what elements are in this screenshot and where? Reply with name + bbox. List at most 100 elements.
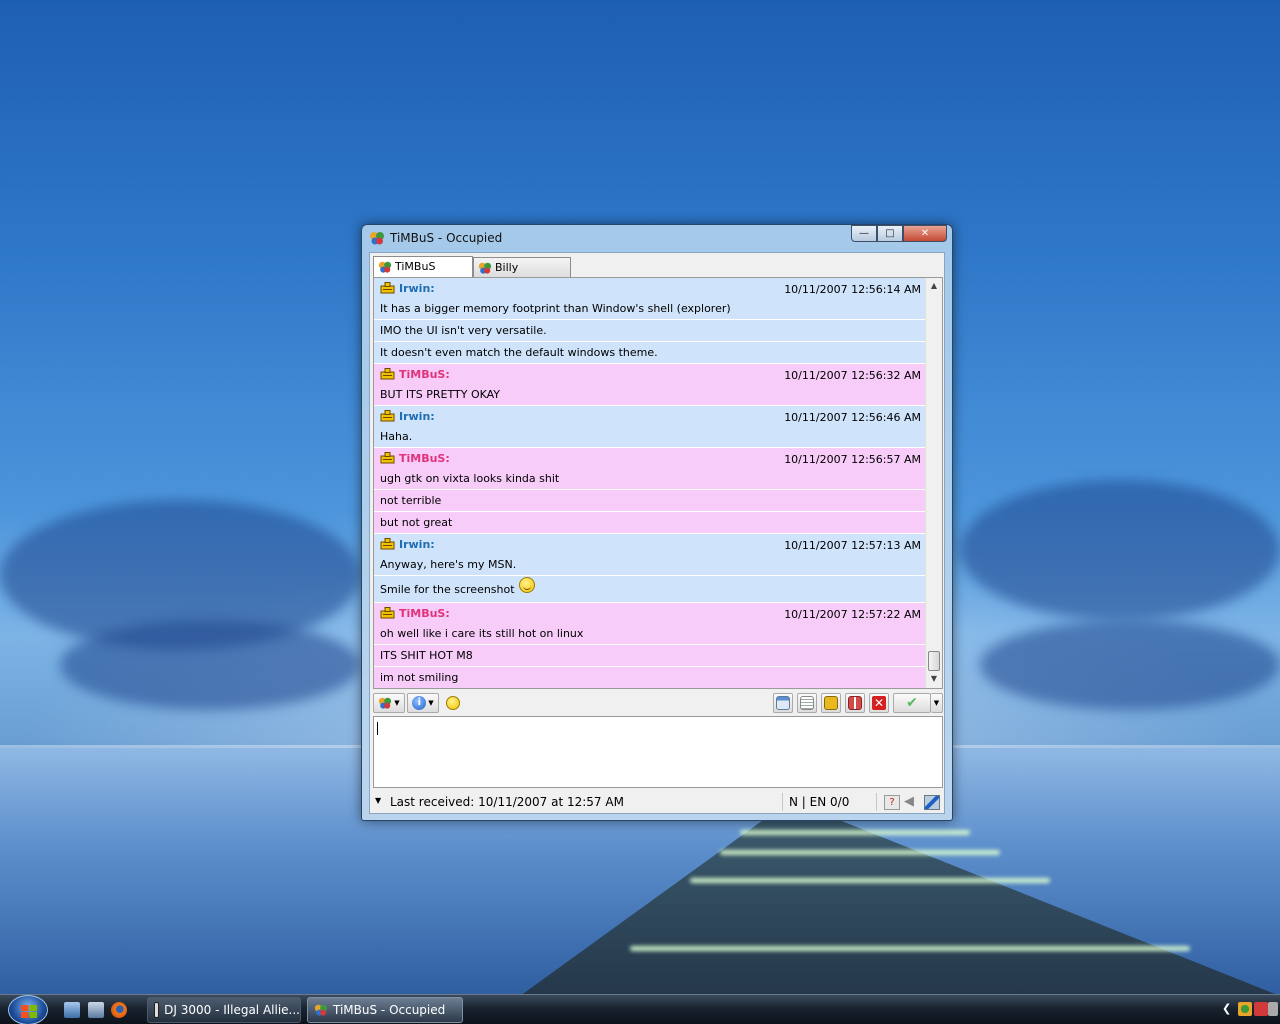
firefox-icon[interactable] [111,1002,127,1018]
butterfly-icon [314,1004,328,1016]
status-divider [876,793,877,811]
message-history[interactable]: Irwin: 10/11/2007 12:56:14 AM It has a big… [373,277,943,689]
message-text: not terrible [380,490,919,511]
language-indicator[interactable]: N | EN 0/0 [789,795,849,809]
message-group: TiMBuS: 10/11/2007 12:56:57 AM ugh gtk on … [374,448,925,490]
user-menu-button[interactable]: ▼ [373,693,405,713]
message-text: Haha. [380,426,919,447]
user-icon [380,368,395,380]
message-continuation: but not great [374,512,925,534]
pen-icon[interactable] [924,795,940,810]
pause-button[interactable] [845,693,865,713]
scrollbar-thumb[interactable] [928,651,940,671]
message-line: It doesn't even match the default window… [380,346,658,359]
scroll-down-icon[interactable]: ▼ [926,671,942,687]
help-icon[interactable]: ? [884,795,900,810]
sender-name[interactable]: TiMBuS: [399,607,450,620]
message-text: ITS SHIT HOT M8 [380,645,919,666]
message-text: Smile for the screenshot [380,576,919,602]
message-group: Irwin: 10/11/2007 12:56:46 AM Haha. [374,406,925,448]
send-options-button[interactable]: ▼ [931,693,943,713]
task-label: TiMBuS - Occupied [333,1003,446,1017]
chat-window: TiMBuS - Occupied — □ ✕ TiMBuS Billy Irw… [361,224,953,821]
message-line: im not smiling [380,671,459,684]
message-timestamp: 10/11/2007 12:57:13 AM [784,539,921,552]
message-text: ugh gtk on vixta looks kinda shit [380,468,919,489]
message-line: ITS SHIT HOT M8 [380,649,473,662]
speaker-icon[interactable]: ◀ [904,795,920,810]
sender-name[interactable]: Irwin: [399,410,435,423]
message-line: Smile for the screenshot [380,582,515,596]
tab-label: Billy [495,261,519,274]
user-icon [380,410,395,422]
chevron-down-icon: ▼ [394,699,400,707]
user-icon [380,607,395,619]
start-button[interactable] [8,995,48,1024]
history-button[interactable] [773,693,793,713]
close-button[interactable]: ✕ [903,225,947,242]
vertical-scrollbar[interactable]: ▲ ▼ [925,278,942,688]
message-line: but not great [380,516,453,529]
task-label: DJ 3000 - Illegal Allie... [164,1003,300,1017]
taskbar-item-timbus[interactable]: TiMBuS - Occupied [307,997,463,1023]
windows-logo-icon [21,1005,37,1018]
message-timestamp: 10/11/2007 12:56:46 AM [784,411,921,424]
taskbar: DJ 3000 - Illegal Allie... TiMBuS - Occu… [0,994,1280,1024]
key-icon [824,696,838,710]
minimize-button[interactable]: — [851,225,877,242]
scroll-up-icon[interactable]: ▲ [926,278,942,294]
sender-name[interactable]: TiMBuS: [399,368,450,381]
info-icon: i [412,696,427,710]
message-continuation: IMO the UI isn't very versatile. [374,320,925,342]
expand-icon[interactable]: ▼ [375,796,381,805]
sender-name[interactable]: Irwin: [399,282,435,295]
user-icon [380,452,395,464]
tab-label: TiMBuS [395,260,436,273]
message-group: Irwin: 10/11/2007 12:57:13 AM Anyway, here… [374,534,925,576]
message-text: oh well like i care its still hot on lin… [380,623,919,644]
tab-strip: TiMBuS Billy [373,256,571,278]
messenger-tray-icon[interactable] [1238,1002,1252,1016]
sender-name[interactable]: Irwin: [399,538,435,551]
info-menu-button[interactable]: i ▼ [407,693,439,713]
message-continuation: not terrible [374,490,925,512]
network-tray-icon[interactable] [1268,1002,1278,1016]
log-button[interactable] [797,693,817,713]
tray-expand-icon[interactable]: ❮ [1222,1002,1231,1015]
taskbar-item-dj3000[interactable]: DJ 3000 - Illegal Allie... [147,997,301,1023]
message-group: TiMBuS: 10/11/2007 12:56:32 AM BUT ITS PRE… [374,364,925,406]
smiley-icon [446,696,460,710]
window-title: TiMBuS - Occupied [390,231,503,245]
tab-billy[interactable]: Billy [473,257,571,278]
title-bar[interactable]: TiMBuS - Occupied — □ ✕ [362,225,952,251]
message-line: It has a bigger memory footprint than Wi… [380,302,731,315]
message-line: not terrible [380,494,442,507]
switch-windows-icon[interactable] [88,1002,104,1018]
message-continuation: It doesn't even match the default window… [374,342,925,364]
close-chat-button[interactable]: ✕ [869,693,889,713]
smiley-emoticon-icon [518,577,535,593]
sender-name[interactable]: TiMBuS: [399,452,450,465]
settings-button[interactable] [821,693,841,713]
emoticon-button[interactable] [443,693,463,713]
message-text: im not smiling [380,667,919,688]
status-bar: ▼ Last received: 10/11/2007 at 12:57 AM … [370,793,944,813]
send-button[interactable]: ✔ [893,693,931,713]
last-received-text: Last received: 10/11/2007 at 12:57 AM [390,795,624,809]
message-list: Irwin: 10/11/2007 12:56:14 AM It has a big… [374,278,926,688]
message-line: oh well like i care its still hot on lin… [380,627,584,640]
message-input[interactable] [373,716,943,788]
tab-timbus[interactable]: TiMBuS [373,256,473,278]
message-group: TiMBuS: 10/11/2007 12:57:22 AM oh well lik… [374,603,925,645]
window-icon [776,696,790,710]
status-divider [782,793,783,811]
message-continuation: Smile for the screenshot [374,576,925,603]
message-line: IMO the UI isn't very versatile. [380,324,547,337]
message-continuation: im not smiling [374,667,925,688]
tray-app-icon[interactable] [1254,1002,1268,1016]
butterfly-icon [478,262,492,274]
show-desktop-icon[interactable] [64,1002,80,1018]
chevron-down-icon: ▼ [933,699,940,707]
text-caret [377,722,378,735]
maximize-button[interactable]: □ [877,225,903,242]
